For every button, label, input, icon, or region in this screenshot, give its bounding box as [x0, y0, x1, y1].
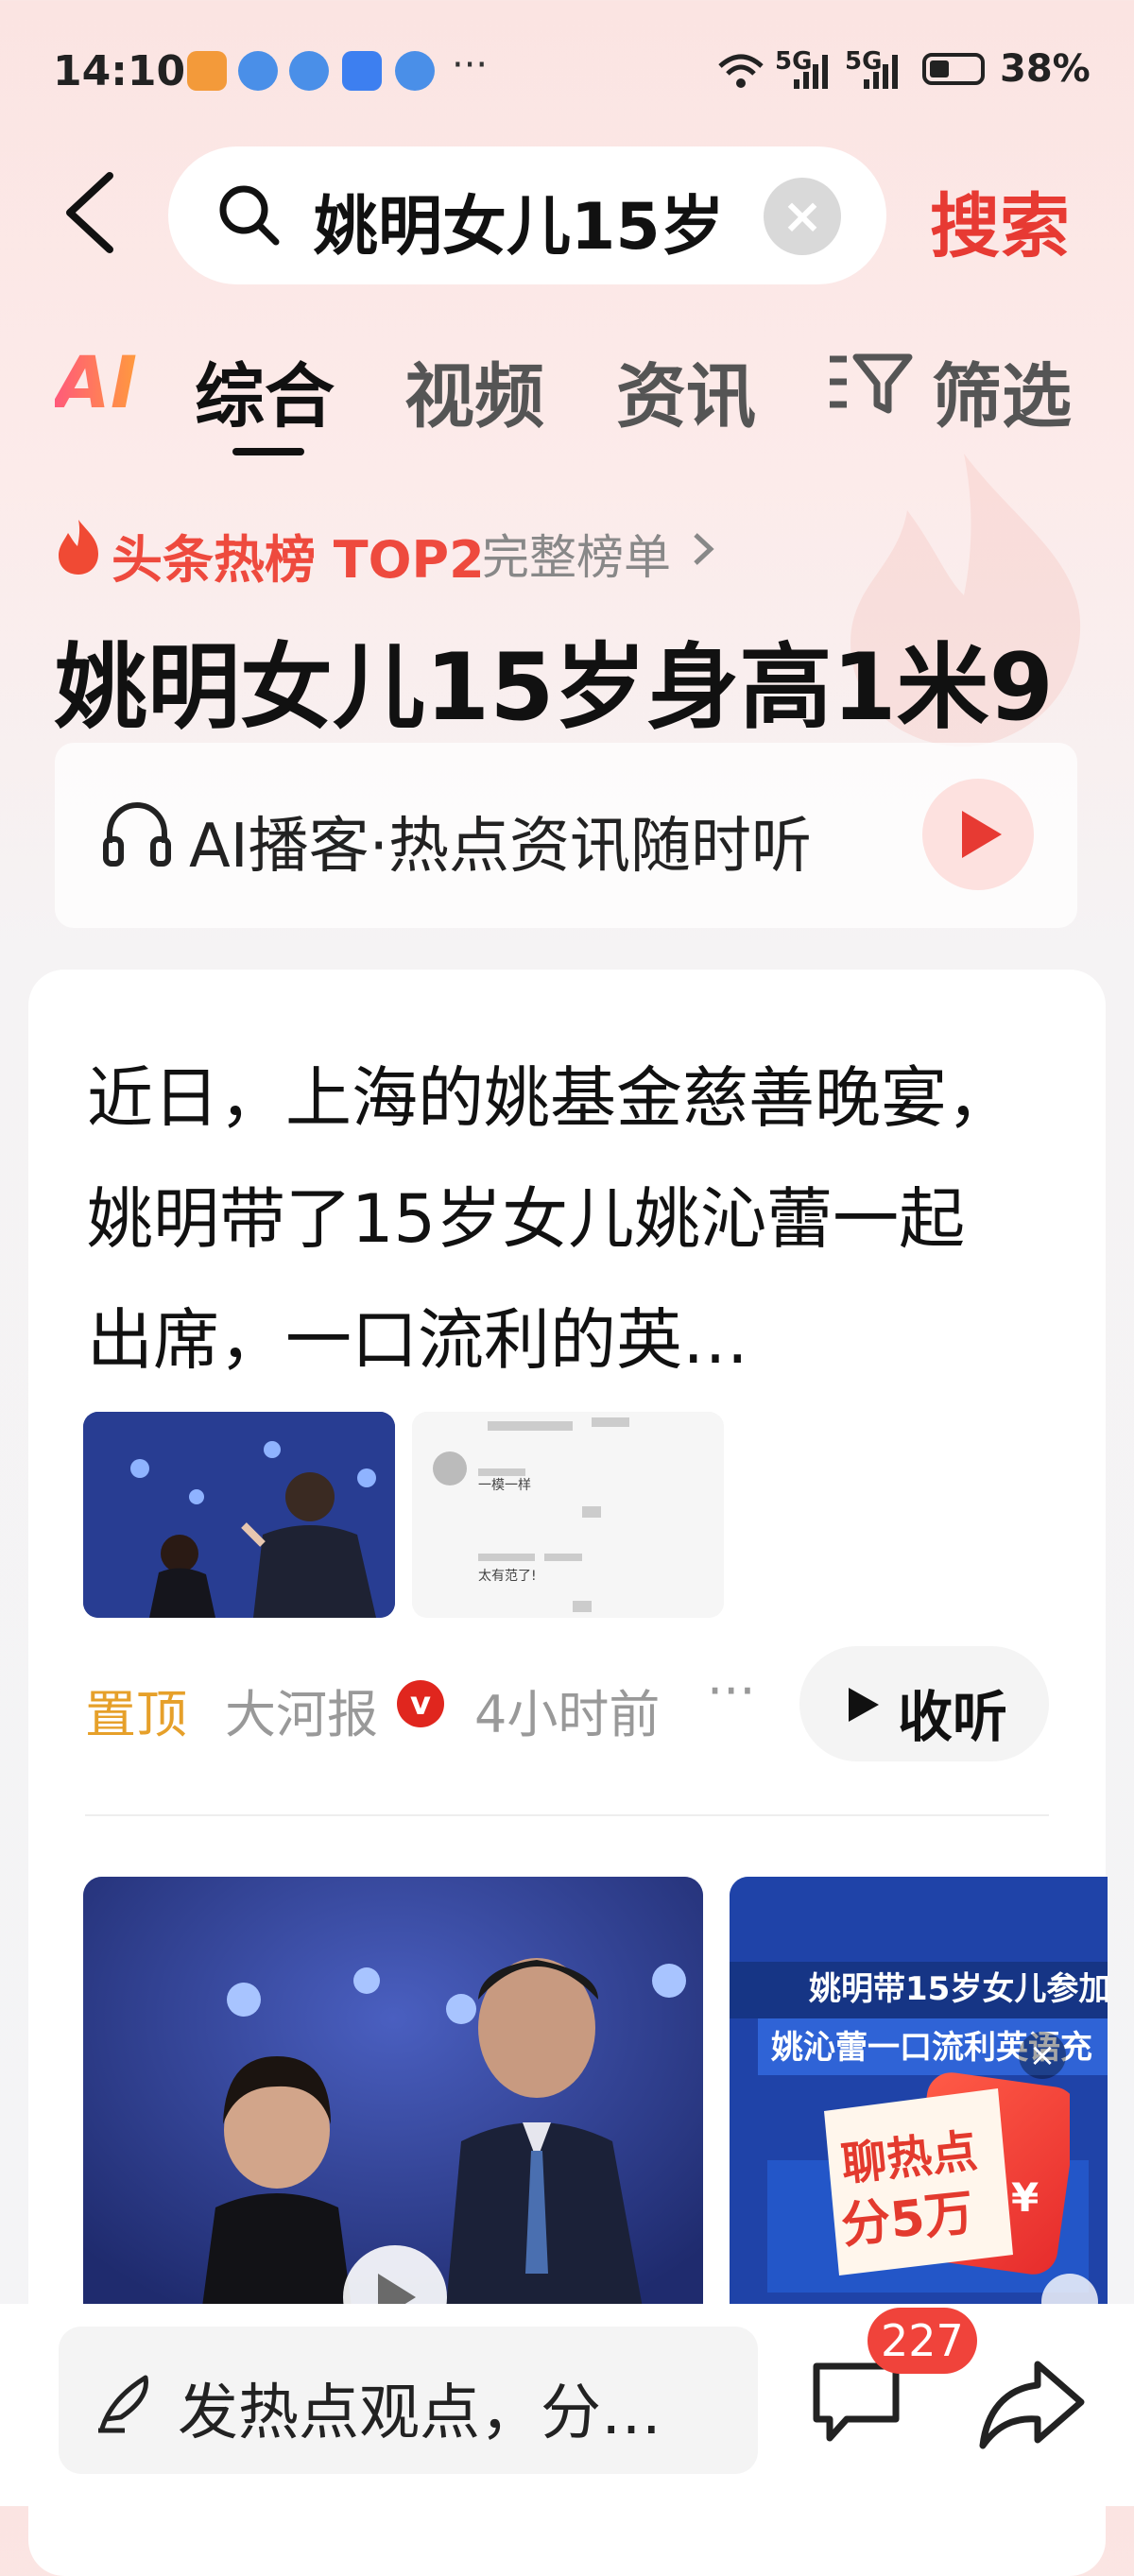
active-tab-indicator	[232, 448, 304, 455]
search-input[interactable]: 姚明女儿15岁	[314, 174, 730, 267]
filter-icon[interactable]	[828, 350, 913, 416]
article-snippet[interactable]: 近日，上海的姚基金慈善晚宴，姚明带了15岁女儿姚沁蕾一起出席，一口流利的英…	[87, 1038, 1022, 1400]
video-thumbnail-1[interactable]	[83, 1877, 703, 2349]
battery-icon	[922, 53, 985, 85]
back-arrow-icon[interactable]	[59, 170, 117, 255]
publish-time: 4小时前	[474, 1685, 661, 1744]
hot-chat-close-button[interactable]: ×	[1019, 2032, 1066, 2079]
headphone-icon	[103, 801, 171, 867]
listen-label: 收听	[898, 1685, 1008, 1749]
hot-list-label[interactable]: 头条热榜 TOP2	[112, 518, 485, 592]
video-frame	[83, 1877, 703, 2349]
chevron-right-icon	[694, 533, 714, 565]
play-icon	[962, 811, 1002, 858]
comment-text-1: 一模一样	[478, 1478, 531, 1493]
comment-placeholder: 发热点观点，分…	[178, 2379, 662, 2448]
divider	[85, 1814, 1049, 1816]
tab-filter[interactable]: 筛选	[932, 340, 1072, 441]
share-icon[interactable]	[975, 2357, 1089, 2451]
article-image-2[interactable]: 一模一样 太有范了!	[412, 1412, 724, 1618]
podcast-play-button[interactable]	[922, 779, 1034, 890]
tab-news[interactable]: 资讯	[616, 340, 756, 441]
message-app-icon	[342, 51, 382, 91]
notification-app-icon	[395, 51, 435, 91]
comment-count-badge: 227	[868, 2308, 977, 2374]
comment-text-2: 太有范了!	[478, 1568, 537, 1584]
status-time: 14:10	[53, 47, 186, 95]
comment-screenshot: 一模一样 太有范了!	[412, 1412, 724, 1618]
notification-app-icon	[238, 51, 278, 91]
source-name[interactable]: 大河报	[225, 1673, 378, 1747]
search-button[interactable]: 搜索	[930, 170, 1070, 271]
close-icon: ×	[782, 188, 823, 245]
flame-icon	[59, 520, 98, 575]
tab-comprehensive[interactable]: 综合	[195, 340, 335, 441]
listen-button[interactable]: 收听	[799, 1646, 1049, 1761]
battery-level: 38%	[1000, 47, 1091, 91]
verified-badge: v	[397, 1680, 444, 1727]
event-photo	[83, 1412, 395, 1618]
full-list-link[interactable]: 完整榜单	[482, 520, 671, 588]
more-options-button[interactable]: ···	[707, 1661, 756, 1721]
wifi-icon	[718, 54, 764, 88]
signal-icon	[794, 55, 828, 89]
play-icon	[849, 1688, 879, 1722]
more-notifications-icon: ···	[452, 43, 489, 87]
podcast-label: AI播客·热点资讯随时听	[189, 812, 812, 882]
hot-headline[interactable]: 姚明女儿15岁身高1米9	[55, 612, 1054, 747]
tab-ai[interactable]: AI	[55, 340, 137, 424]
signal-icon	[864, 55, 898, 89]
pinned-label: 置顶	[85, 1685, 187, 1744]
video-caption-1: 姚明带15岁女儿参加	[808, 1970, 1108, 2008]
hot-chat-reward-badge[interactable]: 聊热点 分5万 ¥	[813, 2069, 1070, 2283]
currency-icon: ¥	[1011, 2174, 1039, 2221]
notification-app-icon	[289, 51, 329, 91]
pen-icon	[98, 2375, 148, 2433]
notification-app-icon	[187, 51, 227, 91]
article-image-1[interactable]	[83, 1412, 395, 1618]
search-icon	[219, 185, 280, 246]
clear-search-button[interactable]: ×	[764, 178, 841, 255]
tab-video[interactable]: 视频	[404, 340, 544, 441]
